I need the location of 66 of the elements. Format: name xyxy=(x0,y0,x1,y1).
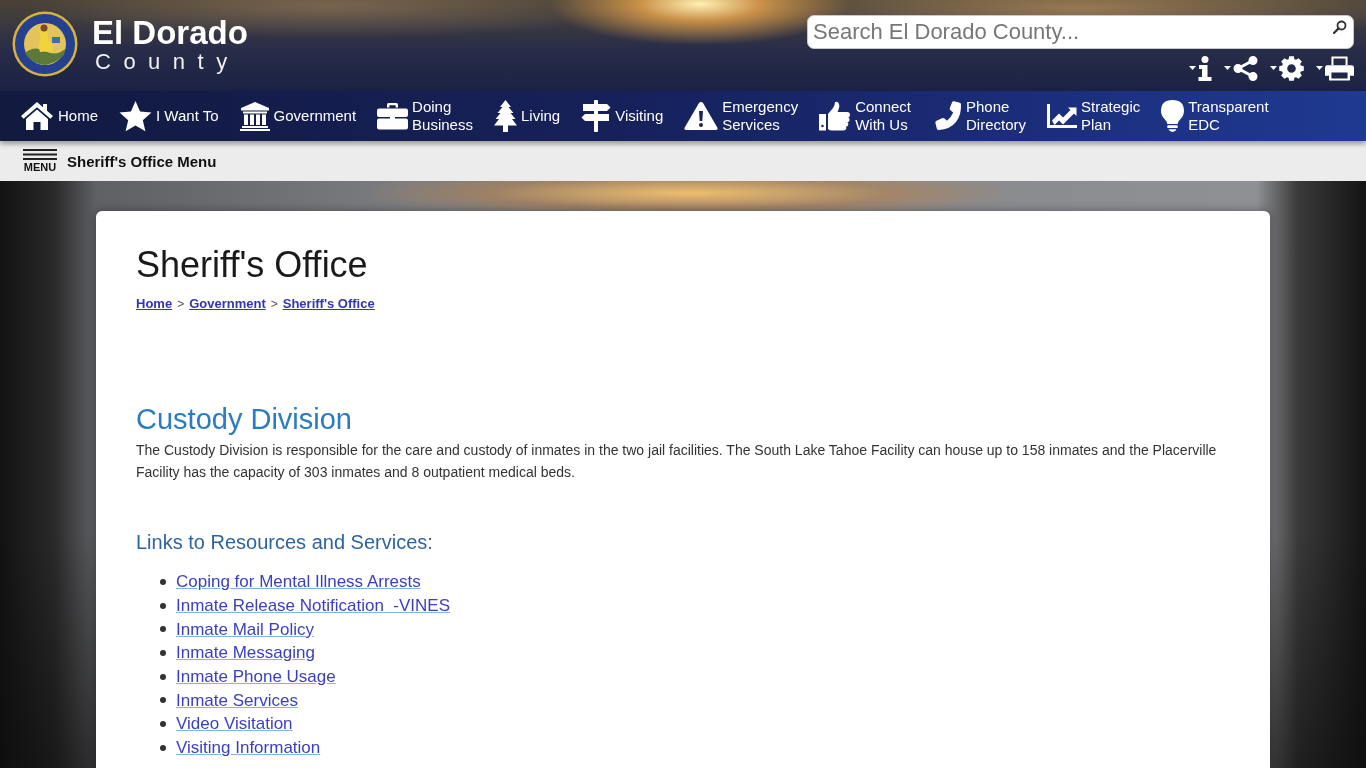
bullet-icon xyxy=(160,626,166,633)
settings-icon xyxy=(1279,55,1304,81)
links-heading: Links to Resources and Services: xyxy=(136,530,433,555)
nav-link[interactable]: Living xyxy=(493,100,561,132)
print-button[interactable] xyxy=(1316,55,1354,81)
nav-link[interactable]: Visiting xyxy=(581,100,664,132)
nav-link[interactable]: Emergency Services xyxy=(684,98,799,134)
nav-link[interactable]: Transparent EDC xyxy=(1161,98,1269,134)
settings-button[interactable] xyxy=(1270,55,1304,81)
light-bulb-icon xyxy=(1161,100,1185,132)
section-paragraph: The Custody Division is responsible for the care and custody of inmates in the two jail facilities. The South Lake Tahoe Facility can house up to 158 inmates and the Placerville Facility has the capacity of 303 inmates and 8 outpatient medical beds. xyxy=(136,441,1218,482)
bullet-icon xyxy=(160,697,166,704)
section-menu-button[interactable]: MENU Sheriff's Office Menu xyxy=(23,149,217,173)
briefcase-icon xyxy=(377,102,409,130)
info-icon xyxy=(1198,55,1212,81)
resource-link[interactable]: Inmate Mail Policy xyxy=(176,618,314,640)
thumbs-up-icon xyxy=(819,101,852,131)
site-subtitle: County xyxy=(94,51,240,73)
bullet-icon xyxy=(160,578,166,585)
printer-icon xyxy=(1325,55,1354,81)
section-heading: Custody Division xyxy=(136,402,352,437)
info-button[interactable] xyxy=(1189,55,1212,81)
breadcrumb-link[interactable]: Home xyxy=(136,295,173,313)
nav-link[interactable]: Doing Business xyxy=(377,98,473,134)
share-icon xyxy=(1233,55,1258,81)
resource-link[interactable]: Inmate Services xyxy=(176,689,298,711)
caret-icon xyxy=(1316,66,1323,70)
bullet-icon xyxy=(160,673,166,680)
breadcrumb-link[interactable]: Government xyxy=(189,295,266,313)
house-icon xyxy=(20,101,54,131)
signpost-icon xyxy=(581,100,612,132)
nav-link[interactable]: Connect With Us xyxy=(819,98,911,134)
star-icon xyxy=(119,100,152,132)
nav-link[interactable]: Phone Directory xyxy=(932,98,1027,134)
bullet-icon xyxy=(160,720,166,727)
columned-building-icon xyxy=(239,101,270,131)
line-chart-icon xyxy=(1047,104,1078,128)
hamburger-menu-icon xyxy=(23,149,57,160)
resource-link[interactable]: Inmate Release Notification -VINES xyxy=(176,595,450,617)
resource-link[interactable]: Coping for Mental Illness Arrests xyxy=(176,571,421,593)
share-button[interactable] xyxy=(1224,55,1258,81)
site-title: El Dorado xyxy=(92,15,248,51)
search-icon[interactable] xyxy=(1333,20,1347,34)
phone-handset-icon xyxy=(932,101,962,131)
nav-link[interactable]: Strategic Plan xyxy=(1047,98,1141,134)
breadcrumb-separator: > xyxy=(177,296,185,313)
breadcrumb-separator: > xyxy=(270,296,278,313)
resource-link[interactable]: Visiting Information xyxy=(176,737,321,759)
resource-link[interactable]: Inmate Messaging xyxy=(176,642,315,664)
warning-triangle-icon xyxy=(684,101,719,131)
pine-tree-icon xyxy=(493,100,517,132)
search-field[interactable]: Search El Dorado County... xyxy=(807,15,1354,49)
bullet-icon xyxy=(160,649,166,656)
county-seal-logo xyxy=(12,11,78,77)
caret-icon xyxy=(1270,66,1277,70)
resource-link[interactable]: Inmate Phone Usage xyxy=(176,666,336,688)
nav-link[interactable]: Home xyxy=(20,101,98,131)
breadcrumb-link[interactable]: Sheriff's Office xyxy=(282,295,375,313)
resource-link[interactable]: Video Visitation xyxy=(176,713,293,735)
caret-icon xyxy=(1224,66,1231,70)
caret-icon xyxy=(1189,66,1196,70)
page-title: Sheriff's Office xyxy=(136,243,368,287)
nav-link[interactable]: I Want To xyxy=(119,100,219,132)
nav-link[interactable]: Government xyxy=(239,101,357,131)
bullet-icon xyxy=(160,602,166,609)
bullet-icon xyxy=(160,744,166,751)
